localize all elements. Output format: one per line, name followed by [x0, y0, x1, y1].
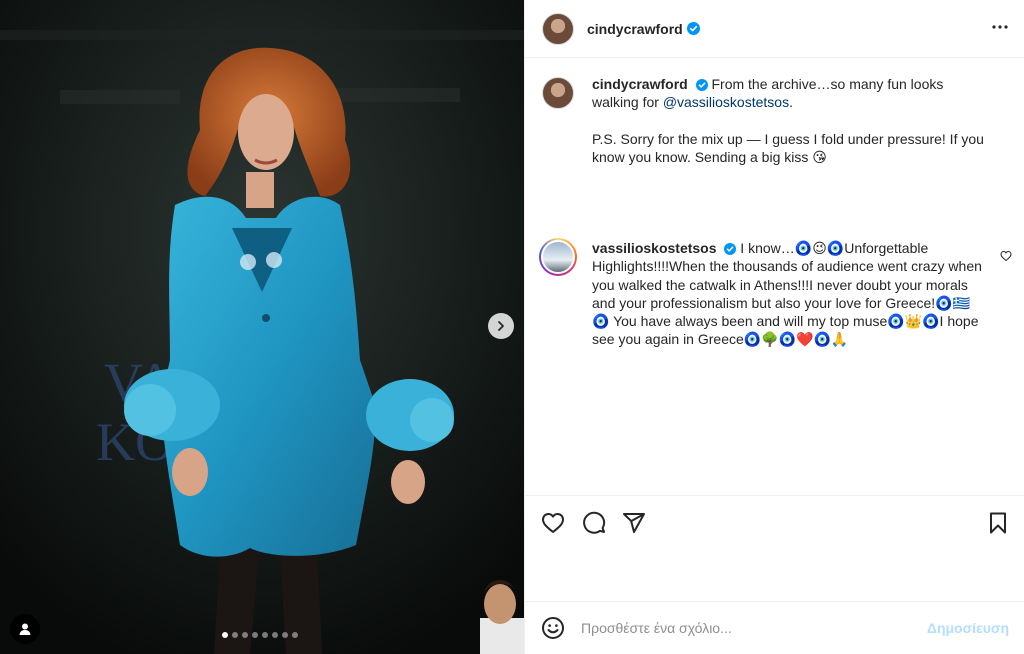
action-bar [525, 495, 1024, 549]
author-username[interactable]: cindycrawford [587, 21, 683, 37]
post-sidebar: cindycrawford cindycrawford From the arc… [524, 0, 1024, 654]
slide-dot [242, 632, 248, 638]
comments-list[interactable]: cindycrawford From the archive…so many f… [525, 58, 1024, 495]
mention-link[interactable]: @vassilioskostetsos [663, 94, 789, 110]
chevron-right-icon [498, 321, 504, 331]
user-tag-icon [19, 623, 31, 635]
post-comment-button[interactable]: Δημοσίευση [927, 620, 1009, 636]
caption-line1-end: . [789, 94, 793, 111]
avatar[interactable] [542, 77, 574, 109]
more-horizontal-icon[interactable] [991, 18, 1009, 36]
comment-text: vassilioskostetsos I know…🧿😉🧿Unforgettab… [592, 239, 984, 349]
comment-username[interactable]: vassilioskostetsos [592, 240, 717, 256]
tagged-users-button[interactable] [10, 614, 40, 644]
slide-dot [282, 632, 288, 638]
post-dialog: VA KO [0, 0, 1024, 654]
slide-dot [252, 632, 258, 638]
caption: cindycrawford From the archive…so many f… [542, 75, 1012, 166]
heart-icon[interactable] [541, 511, 565, 535]
slide-dot [272, 632, 278, 638]
smiley-icon[interactable] [541, 616, 565, 640]
post-header: cindycrawford [525, 0, 1024, 58]
post-photo: VA KO [0, 0, 524, 654]
caption-line2: P.S. Sorry for the mix up — I guess I fo… [592, 130, 984, 165]
post-media[interactable]: VA KO [0, 0, 524, 654]
avatar [541, 240, 575, 274]
slide-dot [262, 632, 268, 638]
comment-composer: Δημοσίευση [525, 601, 1024, 654]
verified-badge-icon [724, 243, 737, 255]
next-slide-button[interactable] [488, 313, 514, 339]
caption-username[interactable]: cindycrawford [592, 76, 688, 92]
heart-icon[interactable] [1000, 250, 1012, 262]
avatar[interactable] [542, 12, 574, 45]
comment-input[interactable] [581, 620, 911, 636]
comment-item: vassilioskostetsos I know…🧿😉🧿Unforgettab… [539, 238, 1012, 349]
bookmark-icon[interactable] [986, 511, 1010, 535]
comment-body: I know…🧿😉🧿Unforgettable Highlights!!!!Wh… [592, 240, 982, 348]
slide-indicator [222, 632, 298, 638]
verified-badge-icon [695, 79, 708, 91]
paper-plane-icon[interactable] [622, 511, 646, 535]
slide-dot [292, 632, 298, 638]
story-ring[interactable] [539, 238, 577, 276]
comment-icon[interactable] [582, 511, 606, 535]
slide-dot [222, 632, 228, 638]
caption-text: cindycrawford From the archive…so many f… [592, 75, 984, 166]
slide-dot [232, 632, 238, 638]
verified-badge-icon [686, 22, 700, 35]
